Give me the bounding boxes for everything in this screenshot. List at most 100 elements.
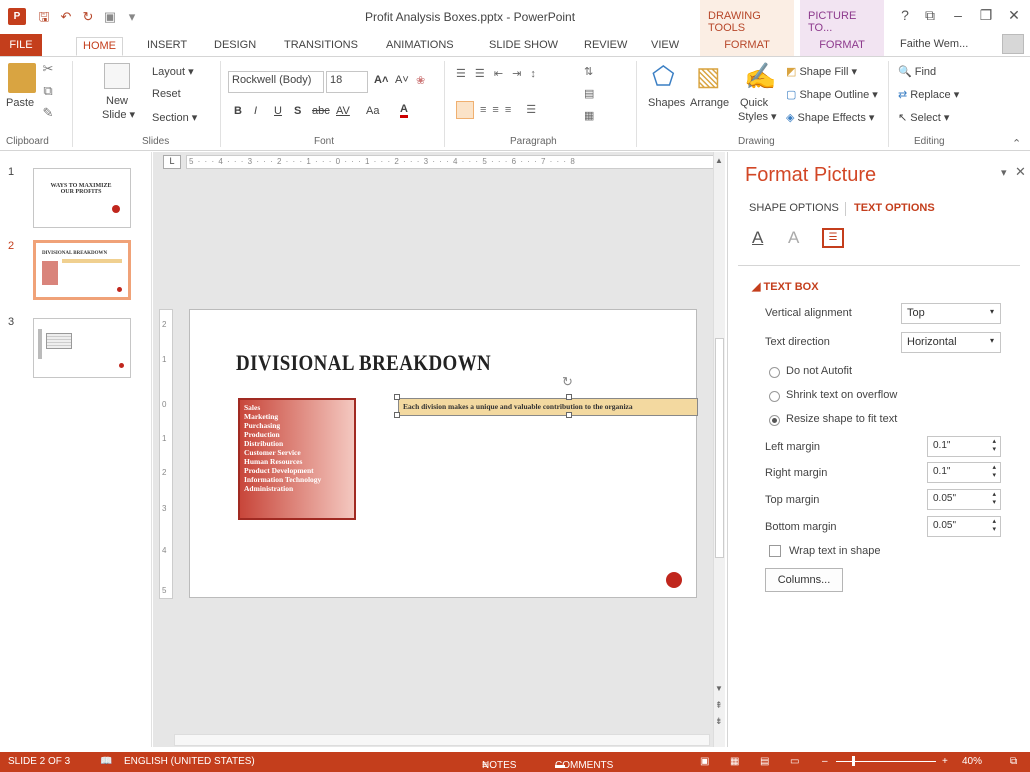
rotate-handle-icon[interactable]: ↻ [562, 374, 573, 390]
font-size-box[interactable]: 18 [326, 71, 368, 93]
textbox-icon[interactable]: ☰ [822, 228, 844, 248]
ribbon-display-icon[interactable]: ⧉ [920, 7, 940, 24]
resize-handle[interactable] [394, 394, 400, 400]
slide-thumbnail-1[interactable]: WAYS TO MAXIMIZE OUR PROFITS [33, 168, 131, 228]
user-name[interactable]: Faithe Wem... [900, 38, 968, 50]
bottom-margin-spinner[interactable]: 0.05" ▴ ▾ [927, 516, 1001, 537]
save-icon[interactable]: 🖫 [36, 9, 52, 25]
restore-icon[interactable]: ❐ [976, 7, 996, 24]
change-case-button[interactable]: Aa [366, 105, 379, 117]
font-color-button[interactable]: A [400, 103, 408, 118]
shadow-button[interactable]: S [294, 105, 301, 117]
help-icon[interactable]: ? [895, 7, 915, 23]
shape-options-tab[interactable]: SHAPE OPTIONS [749, 202, 839, 214]
new-slide-button[interactable]: New [106, 95, 128, 107]
text-direction-icon[interactable]: ⇅ [584, 65, 593, 78]
columns-button[interactable]: Columns... [765, 568, 843, 592]
pane-options-icon[interactable]: ▾ [1001, 166, 1007, 179]
paste-button[interactable]: Paste [6, 97, 34, 109]
tab-design[interactable]: DESIGN [208, 37, 262, 56]
slide-thumbnail-2[interactable]: DIVISIONAL BREAKDOWN [33, 240, 131, 300]
format-painter-icon[interactable]: ✎ [40, 105, 56, 121]
arrange-button[interactable]: Arrange [690, 97, 729, 109]
do-not-autofit-label[interactable]: Do not Autofit [786, 365, 852, 377]
shapes-button[interactable]: Shapes [648, 97, 685, 109]
zoom-slider-thumb[interactable] [852, 756, 855, 766]
shrink-text-radio[interactable] [769, 391, 780, 402]
close-icon[interactable]: ✕ [1004, 7, 1024, 24]
text-box-section-header[interactable]: ◢ TEXT BOX [752, 280, 819, 293]
horizontal-scrollbar[interactable] [174, 734, 710, 746]
avatar[interactable] [1002, 34, 1024, 54]
tab-home[interactable]: HOME [76, 37, 123, 56]
tab-animations[interactable]: ANIMATIONS [380, 37, 460, 56]
italic-button[interactable]: I [254, 105, 257, 117]
shape-outline-button[interactable]: ▢ Shape Outline ▾ [786, 88, 878, 101]
resize-handle[interactable] [566, 394, 572, 400]
copy-icon[interactable]: ⧉ [40, 83, 56, 99]
zoom-out-icon[interactable]: – [822, 756, 828, 767]
tab-stop-icon[interactable]: L [163, 155, 181, 169]
spinner-arrows-icon[interactable]: ▴ ▾ [992, 491, 996, 507]
grow-font-icon[interactable]: A˄ [374, 74, 388, 86]
slide-show-icon[interactable]: ▭ [790, 756, 799, 767]
spell-check-icon[interactable]: 📖 [100, 756, 112, 767]
vertical-ruler[interactable]: 2 1 0 1 2 3 4 5 [159, 309, 173, 599]
resize-handle[interactable] [566, 412, 572, 418]
slide-thumbnail-3[interactable] [33, 318, 131, 378]
editor-scrollbar[interactable]: ▲ ▼ ⇞ ⇟ [713, 152, 725, 747]
tab-insert[interactable]: INSERT [141, 37, 193, 56]
strikethrough-button[interactable]: abc [312, 105, 330, 117]
callout-text-box[interactable]: Each division makes a unique and valuabl… [398, 398, 698, 416]
presentation-icon[interactable]: ▣ [102, 9, 118, 25]
tab-view[interactable]: VIEW [645, 37, 685, 56]
tab-file[interactable]: FILE [0, 34, 42, 56]
new-slide-icon[interactable] [104, 63, 130, 89]
normal-view-icon[interactable]: ▣ [700, 756, 709, 767]
text-fill-outline-icon[interactable]: A [752, 228, 763, 248]
scroll-down-icon[interactable]: ▼ [715, 684, 723, 693]
underline-button[interactable]: U [274, 105, 282, 117]
smartart-icon[interactable]: ▦ [584, 109, 594, 122]
spinner-arrows-icon[interactable]: ▴ ▾ [992, 464, 996, 480]
top-margin-spinner[interactable]: 0.05" ▴ ▾ [927, 489, 1001, 510]
reset-button[interactable]: Reset [152, 88, 181, 100]
shrink-text-label[interactable]: Shrink text on overflow [786, 389, 897, 401]
character-spacing-button[interactable]: AV [336, 105, 350, 117]
spinner-arrows-icon[interactable]: ▴ ▾ [992, 438, 996, 454]
list-buttons-icon[interactable]: ☰ ☰ ⇤ ⇥ ↕ [456, 67, 539, 80]
clear-formatting-icon[interactable]: ❀ [416, 74, 425, 87]
zoom-in-icon[interactable]: + [942, 756, 948, 767]
language-indicator[interactable]: ENGLISH (UNITED STATES) [124, 756, 255, 767]
zoom-slider[interactable] [836, 756, 936, 766]
quick-styles-dropdown[interactable]: Styles ▾ [738, 110, 777, 123]
align-text-icon[interactable]: ▤ [584, 87, 594, 100]
tab-slide-show[interactable]: SLIDE SHOW [483, 37, 564, 56]
reading-view-icon[interactable]: ▤ [760, 756, 769, 767]
new-slide-dropdown[interactable]: Slide ▾ [102, 108, 135, 121]
fit-to-window-icon[interactable]: ⧉ [1010, 756, 1017, 767]
scrollbar-thumb[interactable] [715, 338, 724, 558]
resize-shape-label[interactable]: Resize shape to fit text [786, 413, 897, 425]
tab-transitions[interactable]: TRANSITIONS [278, 37, 364, 56]
shape-effects-button[interactable]: ◈ Shape Effects ▾ [786, 111, 874, 124]
minimize-icon[interactable]: – [948, 7, 968, 23]
align-buttons-icon[interactable]: ≡≡≡ ☰ [480, 103, 542, 116]
font-name-box[interactable]: Rockwell (Body) [228, 71, 324, 93]
redo-icon[interactable]: ↻ [80, 9, 96, 25]
divisions-box[interactable]: Sales Marketing Purchasing Production Di… [238, 398, 356, 520]
cut-icon[interactable]: ✂ [40, 61, 56, 77]
layout-button[interactable]: Layout ▾ [152, 65, 194, 78]
select-button[interactable]: ↖ Select ▾ [898, 111, 949, 124]
text-effects-icon[interactable]: A [788, 228, 799, 248]
slide-title[interactable]: DIVISIONAL BREAKDOWN [236, 350, 491, 376]
arrange-icon[interactable]: ▧ [696, 61, 721, 92]
resize-handle[interactable] [394, 412, 400, 418]
scroll-up-icon[interactable]: ▲ [715, 156, 723, 165]
pane-close-icon[interactable]: ✕ [1015, 164, 1026, 180]
left-margin-spinner[interactable]: 0.1" ▴ ▾ [927, 436, 1001, 457]
bold-button[interactable]: B [234, 105, 242, 117]
shrink-font-icon[interactable]: A˅ [395, 74, 409, 86]
quick-styles-button[interactable]: Quick [740, 97, 768, 109]
next-slide-icon[interactable]: ⇟ [715, 716, 723, 727]
